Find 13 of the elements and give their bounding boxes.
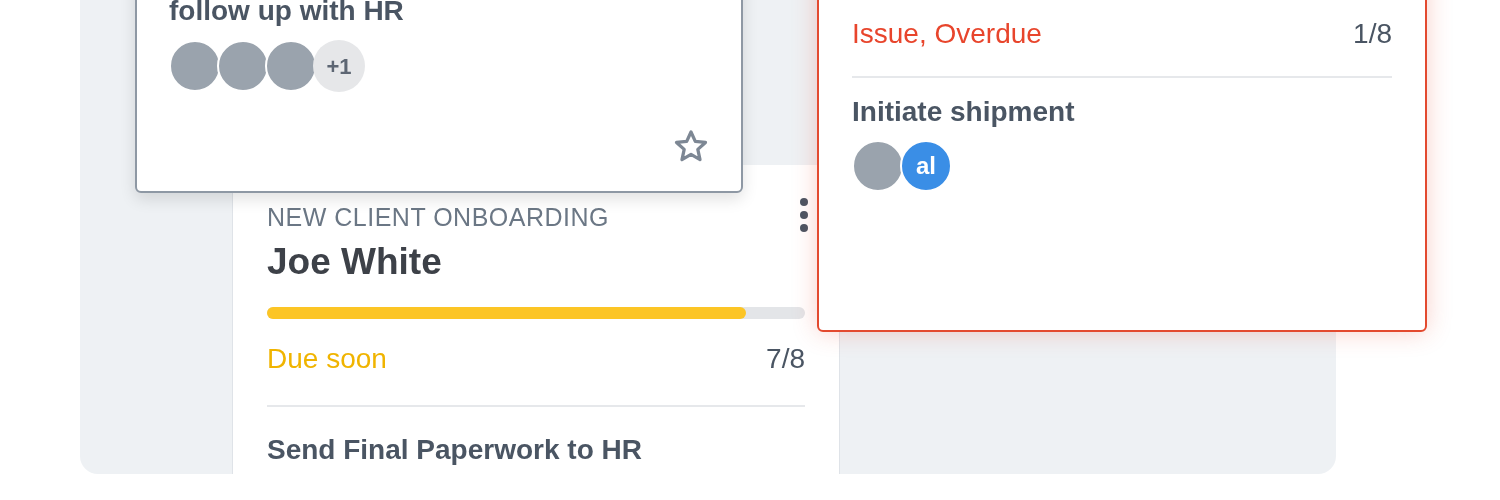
project-category: NEW CLIENT ONBOARDING [267, 202, 610, 233]
task-count: 1/8 [1353, 17, 1392, 51]
initials-avatar: al [900, 140, 952, 192]
more-options-icon[interactable] [799, 197, 809, 233]
status-label: Issue, Overdue [852, 17, 1042, 51]
more-members-count: +1 [313, 40, 365, 92]
task-title: follow up with HR [169, 0, 405, 26]
client-name: Joe White [267, 240, 443, 284]
status-label: Due soon [267, 342, 387, 376]
task-title: Send Final Paperwork to HR [267, 433, 643, 467]
task-title: Initiate shipment [852, 95, 1076, 129]
task-count: 7/8 [766, 342, 805, 376]
star-icon[interactable] [673, 129, 709, 163]
